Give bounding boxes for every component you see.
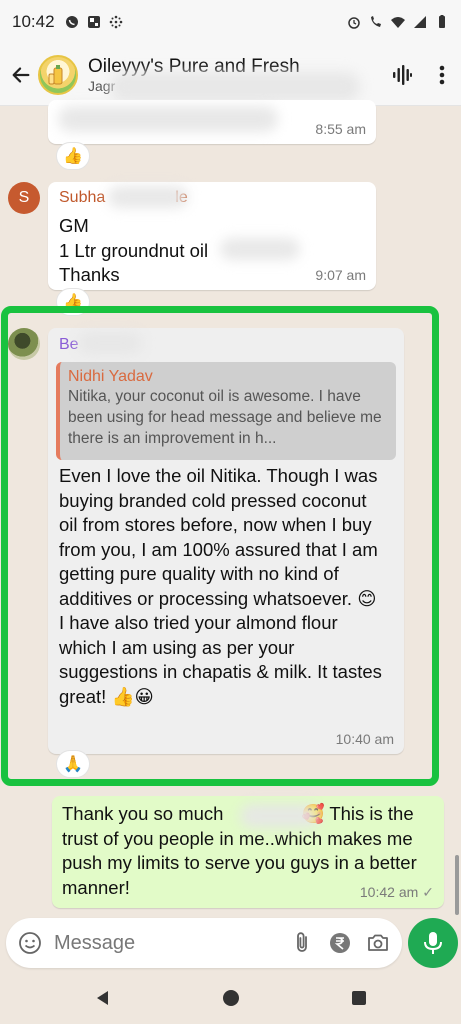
- message-time: 10:40 am: [335, 731, 394, 747]
- message-list[interactable]: 8:55 am 👍 S Subhale GM 1 Ltr groundnut o…: [0, 100, 461, 914]
- nav-home-icon[interactable]: [222, 989, 240, 1007]
- reaction-thumbs-up[interactable]: 👍: [56, 142, 90, 170]
- sent-tick-icon: ✓: [422, 884, 434, 900]
- wifi-call-icon: [371, 16, 381, 27]
- message-bubble[interactable]: 8:55 am: [48, 100, 376, 144]
- message-text-part: Thank you so much: [62, 803, 224, 824]
- reaction-folded-hands[interactable]: 🙏: [56, 750, 90, 778]
- status-notification-icons: [65, 15, 123, 29]
- alarm-icon: [348, 17, 360, 29]
- redaction-blur: [78, 332, 142, 354]
- message-text: Even I love the oil Nitika. Though I was…: [59, 464, 389, 709]
- emoji-icon[interactable]: [18, 931, 42, 955]
- avatar[interactable]: [8, 328, 40, 360]
- message-time: 8:55 am: [315, 121, 366, 137]
- message-paragraph: Even I love the oil Nitika. Though I was…: [59, 465, 378, 609]
- outgoing-message-bubble[interactable]: Thank you so much🥰 This is the trust of …: [52, 796, 444, 908]
- reaction-thumbs-up[interactable]: 👍: [56, 288, 90, 316]
- group-avatar[interactable]: [38, 54, 78, 95]
- time-text: 10:42 am: [359, 884, 419, 900]
- status-time: 10:42: [12, 12, 55, 31]
- message-line: 1 Ltr groundnut oil: [59, 239, 209, 261]
- sender-name[interactable]: Subha: [59, 189, 105, 206]
- status-system-icons: [347, 15, 449, 29]
- voice-record-button[interactable]: [408, 918, 458, 968]
- rupee-payment-icon[interactable]: [328, 931, 352, 955]
- message-time: 10:42 am ✓: [360, 884, 434, 901]
- message-input[interactable]: Message: [54, 932, 276, 955]
- sender-name[interactable]: Be: [59, 336, 79, 354]
- wifi-icon: [391, 17, 405, 28]
- back-arrow-icon[interactable]: [10, 64, 32, 86]
- redaction-blur: [240, 804, 320, 828]
- redaction-blur: [110, 72, 360, 102]
- message-composer[interactable]: Message: [6, 918, 402, 968]
- microphone-icon: [424, 932, 442, 954]
- gallery-status-icon: [87, 16, 100, 28]
- chat-header: Oileyyy's Pure and Fresh Jagr: [0, 44, 461, 106]
- redaction-blur: [108, 186, 188, 208]
- message-time: 9:07 am: [315, 267, 366, 283]
- battery-icon: [439, 15, 445, 28]
- message-bubble[interactable]: Be Nidhi Yadav Nitika, your coconut oil …: [48, 328, 404, 754]
- scrollbar-thumb[interactable]: [455, 855, 459, 915]
- header-actions: [391, 64, 445, 86]
- voice-chat-icon[interactable]: [391, 64, 413, 86]
- more-options-icon[interactable]: [439, 64, 445, 86]
- oil-bottle-logo-icon: [48, 64, 63, 84]
- whatsapp-status-icon: [65, 16, 78, 28]
- message-bubble[interactable]: Subhale GM 1 Ltr groundnut oil Thanks 9:…: [48, 182, 376, 290]
- camera-icon[interactable]: [366, 931, 390, 955]
- avatar[interactable]: S: [8, 182, 40, 214]
- signal-icon: [414, 16, 426, 28]
- status-bar: 10:42: [0, 0, 461, 44]
- attach-icon[interactable]: [290, 931, 314, 955]
- quoted-text: Nitika, your coconut oil is awesome. I h…: [68, 388, 382, 447]
- quoted-message[interactable]: Nidhi Yadav Nitika, your coconut oil is …: [56, 362, 396, 460]
- nav-recents-icon[interactable]: [350, 989, 368, 1007]
- nav-back-icon[interactable]: [94, 989, 112, 1007]
- dots-status-icon: [109, 15, 122, 29]
- redaction-blur: [58, 106, 278, 132]
- quoted-sender: Nidhi Yadav: [68, 368, 153, 385]
- message-line: Thanks: [59, 264, 120, 285]
- message-line: GM: [59, 215, 89, 236]
- redaction-blur: [220, 238, 300, 260]
- system-nav-bar: [0, 972, 461, 1024]
- message-text: GM 1 Ltr groundnut oil Thanks: [59, 214, 208, 288]
- message-paragraph: I have also tried your almond flour whic…: [59, 612, 382, 707]
